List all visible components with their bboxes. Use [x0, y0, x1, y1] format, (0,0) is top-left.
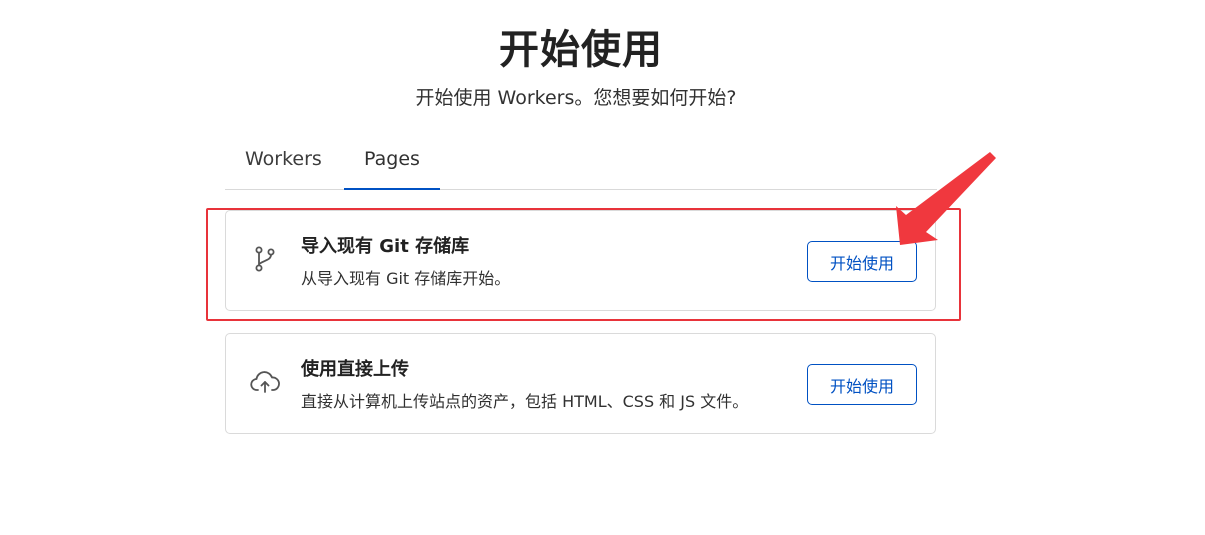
git-branch-icon [249, 243, 281, 275]
direct-upload-start-button[interactable]: 开始使用 [807, 364, 917, 405]
cloud-upload-icon [249, 366, 281, 398]
page-subtitle: 开始使用 Workers。您想要如何开始? [415, 87, 737, 109]
tab-pages[interactable]: Pages [344, 136, 440, 190]
tab-workers[interactable]: Workers [245, 136, 322, 188]
card-title: 使用直接上传 [301, 359, 409, 380]
tab-bar: Workers Pages [225, 136, 937, 190]
card-description: 从导入现有 Git 存储库开始。 [301, 269, 511, 288]
import-git-start-button[interactable]: 开始使用 [807, 241, 917, 282]
card-description: 直接从计算机上传站点的资产，包括 HTML、CSS 和 JS 文件。 [301, 392, 749, 411]
page-title: 开始使用 [499, 27, 663, 73]
card-title: 导入现有 Git 存储库 [301, 236, 470, 257]
import-git-card: 导入现有 Git 存储库 从导入现有 Git 存储库开始。 开始使用 [225, 210, 936, 311]
direct-upload-card: 使用直接上传 直接从计算机上传站点的资产，包括 HTML、CSS 和 JS 文件… [225, 333, 936, 434]
